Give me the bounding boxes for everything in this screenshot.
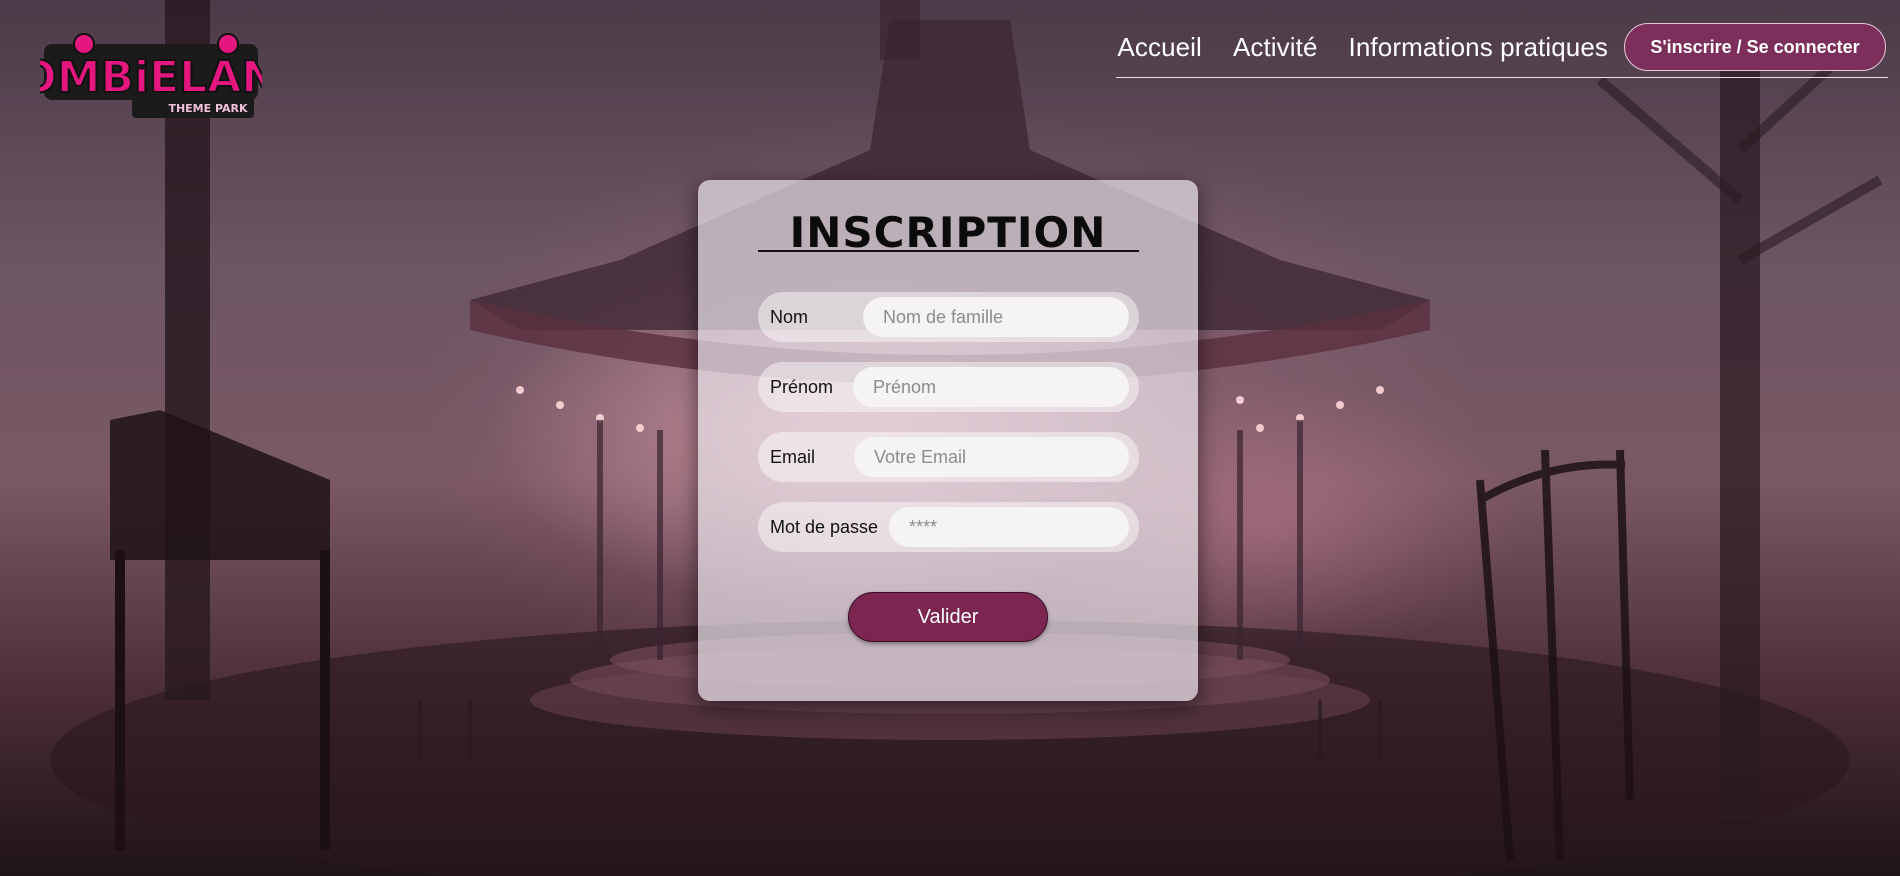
prenom-input[interactable] [853,367,1129,407]
nav-link-informations-pratiques[interactable]: Informations pratiques [1349,32,1608,63]
email-input[interactable] [854,437,1129,477]
nav-underline [1116,77,1888,78]
field-label-mot-de-passe: Mot de passe [770,516,879,537]
zombieland-logo[interactable]: ZOMBiELAND THEME PARK [0,30,316,122]
field-mot-de-passe: Mot de passe [758,502,1139,552]
logo-subtext: THEME PARK [168,102,248,115]
nav-link-accueil[interactable]: Accueil [1117,32,1202,63]
title-underline [758,250,1139,252]
field-nom: Nom [758,292,1139,342]
field-email: Email [758,432,1139,482]
submit-button[interactable]: Valider [848,592,1048,642]
logo-text: ZOMBiELAND [40,52,262,103]
field-prenom: Prénom [758,362,1139,412]
registration-card: INSCRIPTION Nom Prénom Email Mot de pass… [698,180,1198,701]
field-label-email: Email [770,446,816,467]
field-label-prenom: Prénom [770,376,834,397]
password-input[interactable] [889,507,1129,547]
nav-link-activite[interactable]: Activité [1233,32,1318,63]
field-label-nom: Nom [770,306,809,327]
signup-login-button[interactable]: S'inscrire / Se connecter [1624,23,1886,71]
main-nav: Accueil Activité Informations pratiques … [1117,17,1886,77]
nom-input[interactable] [863,297,1129,337]
